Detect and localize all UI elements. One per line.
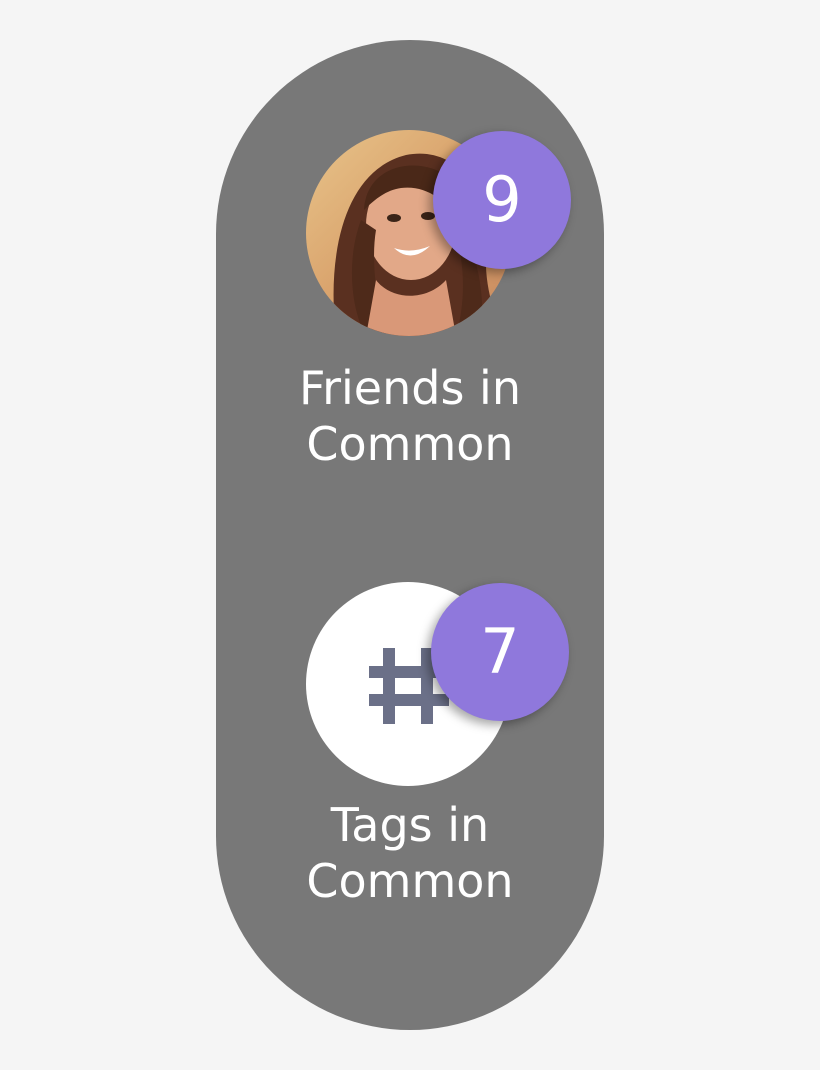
tags-count-badge: 7 bbox=[431, 583, 569, 721]
friends-count-badge: 9 bbox=[433, 131, 571, 269]
tags-in-common-label: Tags in Common bbox=[216, 797, 604, 909]
tags-label-line2: Common bbox=[306, 854, 514, 908]
friends-in-common-label: Friends in Common bbox=[216, 360, 604, 472]
friends-label-line2: Common bbox=[306, 417, 514, 471]
friends-label-line1: Friends in bbox=[299, 361, 521, 415]
tags-label-line1: Tags in bbox=[330, 798, 490, 852]
